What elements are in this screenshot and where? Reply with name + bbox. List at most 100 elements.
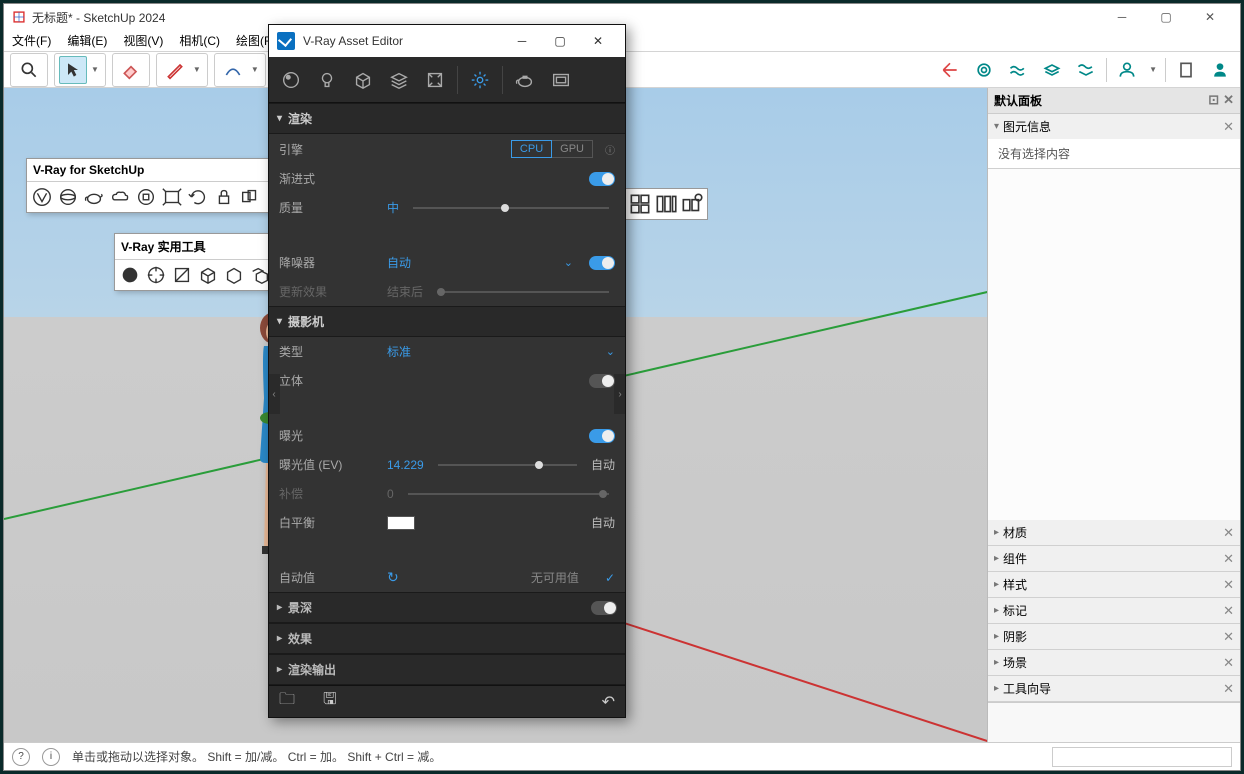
layers-tool[interactable] — [1038, 56, 1066, 84]
help-icon[interactable]: ? — [12, 748, 30, 766]
ev-slider[interactable] — [438, 464, 577, 466]
vray-cloud-icon[interactable] — [107, 184, 133, 210]
vray-tab-render[interactable] — [507, 62, 543, 98]
vray-tab-lights[interactable] — [309, 62, 345, 98]
vray-stop-icon[interactable] — [133, 184, 159, 210]
minimize-button[interactable]: ─ — [1100, 4, 1144, 30]
measurement-box[interactable] — [1052, 747, 1232, 767]
refresh-auto-icon[interactable]: ↻ — [387, 569, 399, 586]
quality-slider[interactable] — [413, 207, 609, 209]
vray-batch-icon[interactable] — [237, 184, 263, 210]
close-button[interactable]: ✕ — [1188, 4, 1232, 30]
progressive-toggle[interactable] — [589, 172, 615, 186]
pencil-tool[interactable] — [161, 56, 189, 84]
exposure-toggle[interactable] — [589, 429, 615, 443]
menu-file[interactable]: 文件(F) — [4, 32, 59, 49]
section-camera-header[interactable]: ▾摄影机 — [269, 306, 625, 337]
wave-tool[interactable] — [1004, 56, 1032, 84]
vray-main-toolbar[interactable]: V-Ray for SketchUp — [26, 158, 271, 213]
vray-lock-icon[interactable] — [211, 184, 237, 210]
section-output-header[interactable]: ▸渲染输出 — [269, 654, 625, 685]
menu-camera[interactable]: 相机(C) — [171, 32, 228, 49]
extra-toolbar[interactable] — [624, 188, 708, 220]
util-sphere-icon[interactable] — [117, 262, 143, 288]
vray-save-icon[interactable]: 🖫 — [323, 688, 337, 715]
vray-teapot-icon[interactable] — [81, 184, 107, 210]
vray-expand-left[interactable]: ‹ — [269, 374, 280, 414]
util-cube2-icon[interactable] — [221, 262, 247, 288]
profile-icon[interactable] — [1206, 56, 1234, 84]
grid-icon-2[interactable] — [653, 191, 679, 217]
grid-icon-1[interactable] — [627, 191, 653, 217]
camera-type-value[interactable]: 标准 — [387, 343, 411, 360]
vray-folder-icon[interactable]: 🗀 — [279, 688, 295, 715]
vray-close-button[interactable]: ✕ — [579, 27, 617, 55]
dof-toggle[interactable] — [591, 601, 617, 615]
util-target-icon[interactable] — [143, 262, 169, 288]
vray-tab-settings[interactable] — [462, 62, 498, 98]
tags-header[interactable]: ▸标记✕ — [988, 598, 1240, 623]
denoiser-dropdown[interactable]: ⌄ — [564, 256, 573, 269]
close-section-icon[interactable]: ✕ — [1223, 119, 1234, 135]
maximize-button[interactable]: ▢ — [1144, 4, 1188, 30]
engine-selector[interactable]: CPUGPU — [511, 140, 593, 158]
panel-close-icon[interactable]: ✕ — [1223, 92, 1234, 109]
search-tool[interactable] — [15, 56, 43, 84]
instructor-header[interactable]: ▸工具向导✕ — [988, 676, 1240, 701]
select-tool[interactable] — [59, 56, 87, 84]
camera-type-dropdown[interactable]: ⌄ — [606, 345, 615, 358]
wb-swatch[interactable] — [387, 516, 415, 530]
denoiser-toggle[interactable] — [589, 256, 615, 270]
components-header[interactable]: ▸组件✕ — [988, 546, 1240, 571]
vray-tab-geometry[interactable] — [345, 62, 381, 98]
swirl-tool-1[interactable] — [970, 56, 998, 84]
vray-undo-icon[interactable]: ↶ — [602, 692, 615, 712]
eraser-tool[interactable] — [117, 56, 145, 84]
menu-edit[interactable]: 编辑(E) — [59, 32, 115, 49]
section-dof-header[interactable]: ▸景深 — [269, 592, 625, 623]
vray-refresh-icon[interactable] — [185, 184, 211, 210]
grid-eye-icon[interactable] — [679, 191, 705, 217]
styles-section: ▸样式✕ — [988, 572, 1240, 598]
pencil-dropdown[interactable]: ▼ — [191, 65, 203, 74]
section-render-header[interactable]: ▾渲染 — [269, 103, 625, 134]
vray-asset-editor-window[interactable]: V-Ray Asset Editor ─ ▢ ✕ ‹ › ▾渲染 引擎 CPUG… — [268, 24, 626, 718]
scenes-header[interactable]: ▸场景✕ — [988, 650, 1240, 675]
user-icon[interactable] — [1113, 56, 1141, 84]
vray-settings-body: ‹ › ▾渲染 引擎 CPUGPU ⓘ 渐进式 质量 中 — [269, 103, 625, 685]
stereo-toggle[interactable] — [589, 374, 615, 388]
denoiser-value[interactable]: 自动 — [387, 254, 411, 271]
arc-dropdown[interactable]: ▼ — [249, 65, 261, 74]
vray-tab-textures[interactable] — [381, 62, 417, 98]
ev-value[interactable]: 14.229 — [387, 458, 424, 472]
doc-icon[interactable] — [1172, 56, 1200, 84]
util-slash-icon[interactable] — [169, 262, 195, 288]
vray-frame-icon[interactable] — [159, 184, 185, 210]
user-dropdown[interactable]: ▼ — [1147, 65, 1159, 74]
util-cube1-icon[interactable] — [195, 262, 221, 288]
vray-util-toolbar[interactable]: V-Ray 实用工具 — [114, 233, 284, 291]
vray-tab-render-elements[interactable] — [417, 62, 453, 98]
vray-expand-right[interactable]: › — [614, 374, 625, 414]
shadows-header[interactable]: ▸阴影✕ — [988, 624, 1240, 649]
menu-view[interactable]: 视图(V) — [115, 32, 171, 49]
quality-value[interactable]: 中 — [387, 199, 399, 216]
right-panel: 默认面板 ⊡✕ ▾图元信息✕ 没有选择内容 ▸材质✕ ▸组件✕ ▸样式✕ ▸标记… — [987, 88, 1240, 742]
section-effects-header[interactable]: ▸效果 — [269, 623, 625, 654]
vray-win-titlebar[interactable]: V-Ray Asset Editor ─ ▢ ✕ — [269, 25, 625, 57]
arc-tool[interactable] — [219, 56, 247, 84]
axes-tool[interactable] — [936, 56, 964, 84]
vray-minimize-button[interactable]: ─ — [503, 27, 541, 55]
select-dropdown[interactable]: ▼ — [89, 65, 101, 74]
vray-maximize-button[interactable]: ▢ — [541, 27, 579, 55]
entity-info-header[interactable]: ▾图元信息✕ — [988, 114, 1240, 139]
wave-layers-tool[interactable] — [1072, 56, 1100, 84]
vray-sphere-icon[interactable] — [55, 184, 81, 210]
info-icon[interactable]: i — [42, 748, 60, 766]
materials-header[interactable]: ▸材质✕ — [988, 520, 1240, 545]
styles-header[interactable]: ▸样式✕ — [988, 572, 1240, 597]
panel-pin-icon[interactable]: ⊡ — [1208, 92, 1219, 109]
vray-tab-materials[interactable] — [273, 62, 309, 98]
vray-logo-icon[interactable] — [29, 184, 55, 210]
vray-tab-frame-buffer[interactable] — [543, 62, 579, 98]
